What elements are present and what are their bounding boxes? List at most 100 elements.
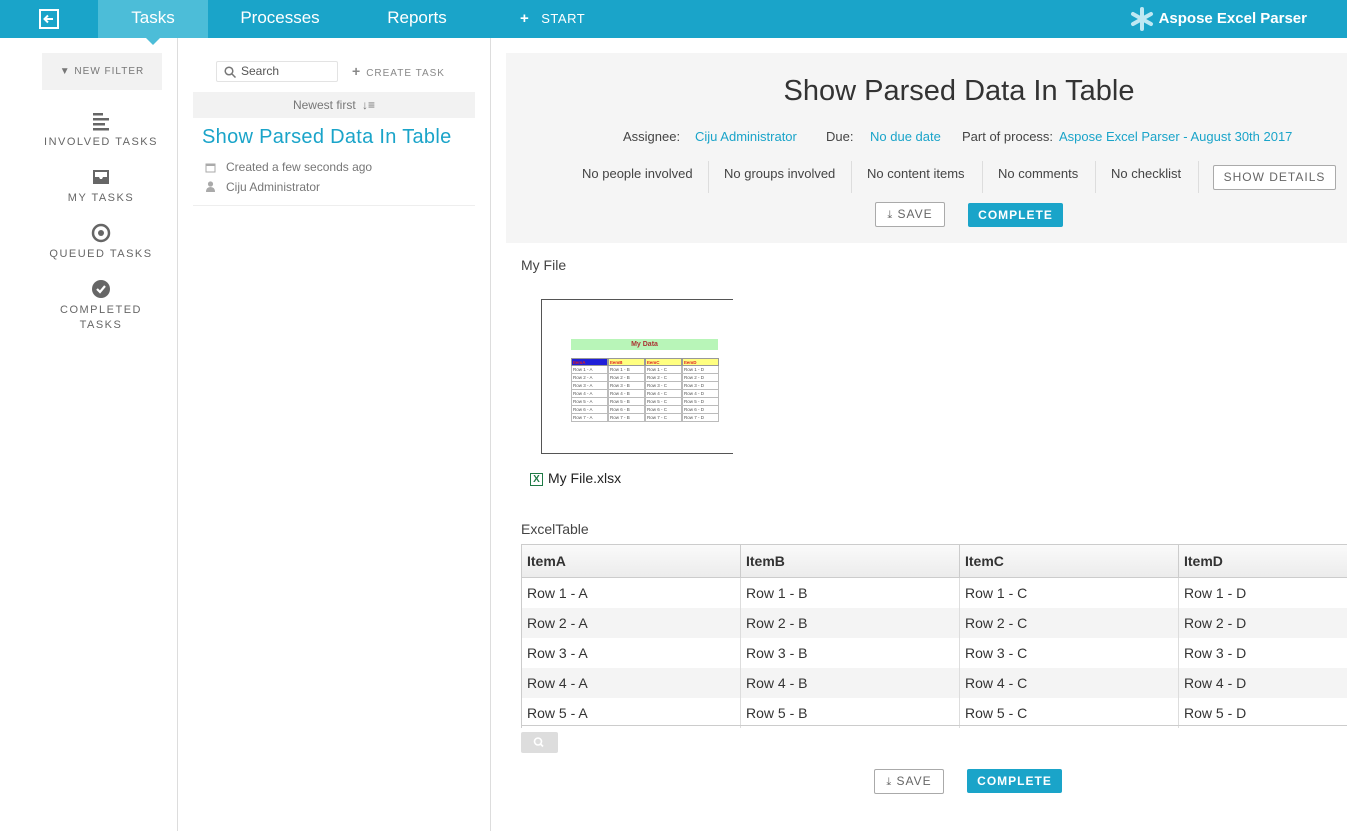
thumbnail-cell: Row 6 - B	[608, 406, 645, 414]
assignee-link[interactable]: Ciju Administrator	[695, 129, 797, 144]
task-item-created: Created a few seconds ago	[226, 160, 373, 174]
process-link[interactable]: Aspose Excel Parser - August 30th 2017	[1059, 129, 1292, 144]
download-icon: ⤓	[887, 209, 894, 221]
divider	[708, 161, 709, 193]
table-row[interactable]: Row 4 - A Row 4 - B Row 4 - C Row 4 - D	[522, 668, 1347, 698]
logout-icon[interactable]	[38, 8, 60, 30]
thumbnail-row: Row 2 - A Row 2 - B Row 2 - C Row 2 - D	[571, 374, 719, 382]
task-header: Show Parsed Data In Table Assignee: Ciju…	[506, 53, 1347, 243]
sidebar-item-my-tasks[interactable]: MY TASKS	[0, 167, 202, 206]
comments[interactable]: No comments	[998, 161, 1078, 199]
new-filter-label: NEW FILTER	[74, 66, 145, 77]
checklist[interactable]: No checklist	[1111, 161, 1181, 199]
thumbnail-cell: Row 3 - B	[608, 382, 645, 390]
nav-tab-processes[interactable]: Processes	[225, 0, 335, 38]
table-cell: Row 2 - B	[741, 608, 960, 638]
table-bottom-border	[521, 725, 1347, 726]
thumbnail-header-row: ItemA ItemB ItemC ItemD	[571, 358, 719, 366]
sort-toggle[interactable]: Newest first ↓≡	[193, 92, 475, 118]
start-process-button[interactable]: + START	[520, 0, 585, 38]
due-label: Due:	[826, 129, 854, 144]
table-cell: Row 4 - A	[522, 668, 741, 698]
due-date-link[interactable]: No due date	[870, 129, 941, 144]
task-list-panel: Search + CREATE TASK Newest first ↓≡ Show…	[178, 38, 491, 831]
save-button-bottom[interactable]: ⤓ SAVE	[874, 769, 944, 794]
thumbnail-cell: Row 6 - A	[571, 406, 608, 414]
table-row[interactable]: Row 1 - A Row 1 - B Row 1 - C Row 1 - D	[522, 578, 1347, 608]
thumbnail-cell: Row 3 - C	[645, 382, 682, 390]
table-cell: Row 4 - C	[960, 668, 1179, 698]
column-header[interactable]: ItemA	[522, 545, 741, 577]
column-header[interactable]: ItemB	[741, 545, 960, 577]
excel-data-table: ItemA ItemB ItemC ItemD Row 1 - A Row 1 …	[521, 544, 1347, 728]
table-search-button[interactable]	[521, 732, 558, 753]
sidebar-item-queued-tasks[interactable]: QUEUED TASKS	[0, 223, 202, 262]
search-icon	[224, 66, 236, 78]
column-header[interactable]: ItemD	[1179, 545, 1347, 577]
divider	[1198, 161, 1199, 193]
file-field-label: My File	[521, 257, 567, 273]
search-input[interactable]: Search	[216, 61, 338, 82]
task-list-item[interactable]: Show Parsed Data In Table Created a few …	[193, 124, 475, 206]
thumbnail-title: My Data	[571, 339, 718, 350]
thumbnail-cell: Row 7 - B	[608, 414, 645, 422]
divider	[982, 161, 983, 193]
table-row[interactable]: Row 2 - A Row 2 - B Row 2 - C Row 2 - D	[522, 608, 1347, 638]
file-thumbnail[interactable]: My Data ItemA ItemB ItemC ItemD Row 1 - …	[541, 299, 733, 454]
table-row[interactable]: Row 5 - A Row 5 - B Row 5 - C Row 5 - D	[522, 698, 1347, 728]
thumbnail-cell: Row 7 - A	[571, 414, 608, 422]
task-title: Show Parsed Data In Table	[783, 75, 1135, 107]
thumbnail-cell: Row 2 - D	[682, 374, 719, 382]
sidebar-item-involved-tasks[interactable]: INVOLVED TASKS	[0, 111, 202, 150]
start-label: START	[541, 11, 586, 26]
thumbnail-header-cell: ItemB	[608, 358, 645, 366]
table-cell: Row 5 - C	[960, 698, 1179, 728]
task-item-title: Show Parsed Data In Table	[202, 126, 452, 148]
thumbnail-cell: Row 1 - A	[571, 366, 608, 374]
create-task-button[interactable]: + CREATE TASK	[352, 61, 445, 82]
thumbnail-rows: Row 1 - A Row 1 - B Row 1 - C Row 1 - D Row …	[571, 366, 719, 422]
search-placeholder: Search	[241, 64, 280, 78]
complete-button-bottom[interactable]: COMPLETE	[967, 769, 1062, 793]
nav-tab-tasks[interactable]: Tasks	[98, 0, 208, 45]
sidebar-item-label: INVOLVED TASKS	[44, 136, 158, 148]
table-cell: Row 1 - A	[522, 578, 741, 608]
download-icon: ⤓	[886, 776, 893, 788]
thumbnail-cell: Row 5 - D	[682, 398, 719, 406]
sidebar-item-completed-tasks[interactable]: COMPLETED TASKS	[0, 279, 202, 333]
calendar-icon	[205, 163, 216, 173]
thumbnail-cell: Row 5 - B	[608, 398, 645, 406]
show-details-button[interactable]: SHOW DETAILS	[1213, 165, 1336, 190]
thumbnail-cell: Row 5 - A	[571, 398, 608, 406]
thumbnail-cell: Row 6 - D	[682, 406, 719, 414]
assignee-label: Assignee:	[623, 129, 681, 144]
search-icon	[533, 737, 544, 748]
complete-button-top[interactable]: COMPLETE	[968, 203, 1063, 227]
thumbnail-cell: Row 2 - C	[645, 374, 682, 382]
process-label: Part of process:	[962, 129, 1054, 144]
table-cell: Row 3 - B	[741, 638, 960, 668]
table-cell: Row 1 - C	[960, 578, 1179, 608]
save-label: SAVE	[896, 774, 932, 788]
task-item-assignee: Ciju Administrator	[226, 180, 321, 194]
table-cell: Row 5 - D	[1184, 705, 1247, 721]
new-filter-button[interactable]: ▼ NEW FILTER	[42, 53, 162, 90]
content-items[interactable]: No content items	[867, 161, 965, 199]
nav-tab-reports[interactable]: Reports	[362, 0, 472, 38]
sort-label: Newest first	[292, 98, 356, 112]
column-header[interactable]: ItemC	[960, 545, 1179, 577]
groups-involved[interactable]: No groups involved	[724, 161, 835, 199]
thumbnail-cell: Row 7 - D	[682, 414, 719, 422]
save-button-top[interactable]: ⤓ SAVE	[875, 202, 945, 227]
thumbnail-row: Row 7 - A Row 7 - B Row 7 - C Row 7 - D	[571, 414, 719, 422]
thumbnail-sheet: ItemA ItemB ItemC ItemD Row 1 - A Row 1 -…	[571, 358, 719, 422]
file-link[interactable]: X My File.xlsx	[530, 470, 621, 486]
people-involved[interactable]: No people involved	[582, 161, 693, 199]
table-row[interactable]: Row 3 - A Row 3 - B Row 3 - C Row 3 - D	[522, 638, 1347, 668]
thumbnail-cell: Row 2 - A	[571, 374, 608, 382]
table-cell: Row 4 - D	[1184, 675, 1247, 691]
thumbnail-row: Row 3 - A Row 3 - B Row 3 - C Row 3 - D	[571, 382, 719, 390]
thumbnail-cell: Row 3 - D	[682, 382, 719, 390]
plus-icon: +	[520, 10, 530, 27]
app-name[interactable]: Aspose Excel Parser	[1159, 0, 1307, 38]
